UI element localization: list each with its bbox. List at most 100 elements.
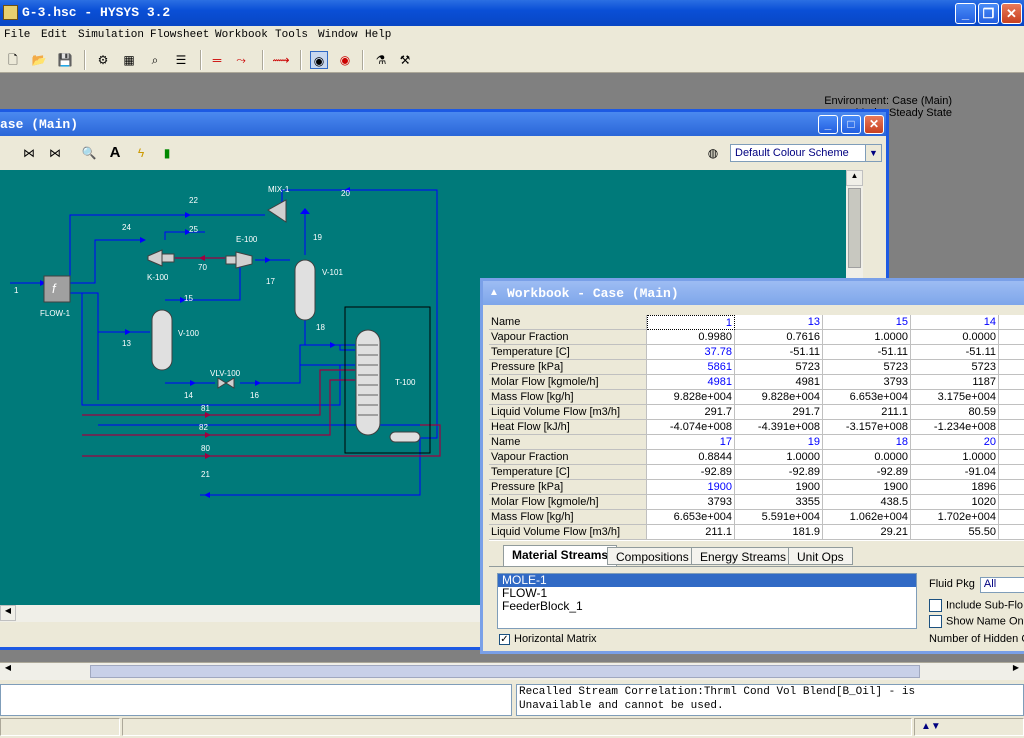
value-cell[interactable]: 181.9: [735, 525, 823, 540]
value-cell[interactable]: [999, 450, 1024, 465]
close-button[interactable]: ✕: [1001, 3, 1022, 24]
pfd-maximize-button[interactable]: □: [841, 115, 861, 134]
stream-name-cell[interactable]: 1: [647, 315, 735, 330]
value-cell[interactable]: 9.828e+004: [647, 390, 735, 405]
checkbox-checked-icon[interactable]: ✓: [499, 633, 510, 645]
colour-scheme-icon[interactable]: ◍: [704, 144, 722, 162]
value-cell[interactable]: 1187: [911, 375, 999, 390]
save-icon[interactable]: 💾: [56, 51, 74, 69]
value-cell[interactable]: 0.0000: [911, 330, 999, 345]
fluid-pkg-select[interactable]: All: [979, 577, 1024, 593]
workbook-titlebar[interactable]: ▲ Workbook - Case (Main): [483, 281, 1024, 305]
value-cell[interactable]: 5861: [647, 360, 735, 375]
value-cell[interactable]: 0.0000: [823, 450, 911, 465]
value-cell[interactable]: [999, 480, 1024, 495]
minimize-button[interactable]: _: [955, 3, 976, 24]
value-cell[interactable]: [999, 420, 1024, 435]
include-sub-option[interactable]: Include Sub-Flo: [929, 599, 1023, 612]
horizontal-matrix-option[interactable]: ✓ Horizontal Matrix: [499, 633, 597, 645]
value-cell[interactable]: 3793: [647, 495, 735, 510]
list-item[interactable]: MOLE-1: [498, 574, 916, 587]
value-cell[interactable]: -92.89: [735, 465, 823, 480]
value-cell[interactable]: [999, 465, 1024, 480]
value-cell[interactable]: -92.89: [647, 465, 735, 480]
value-cell[interactable]: -92.89: [823, 465, 911, 480]
text-annotation-icon[interactable]: A: [106, 144, 124, 162]
break-connection-icon[interactable]: ⋈: [20, 144, 38, 162]
value-cell[interactable]: [999, 390, 1024, 405]
pfd-minimize-button[interactable]: _: [818, 115, 838, 134]
value-cell[interactable]: 1020: [911, 495, 999, 510]
value-cell[interactable]: 3.175e+004: [911, 390, 999, 405]
value-cell[interactable]: 1.0000: [735, 450, 823, 465]
value-cell[interactable]: 4981: [647, 375, 735, 390]
stream-name-cell[interactable]: 19: [735, 435, 823, 450]
open-folder-icon[interactable]: 📂: [30, 51, 48, 69]
workbook-grid[interactable]: Name 1 13 15 14 Vapour Fraction 0.9980 0.7…: [489, 315, 1024, 541]
object-navigator-icon[interactable]: ☰: [172, 51, 190, 69]
restore-button[interactable]: ❐: [978, 3, 999, 24]
stream-name-cell[interactable]: 13: [735, 315, 823, 330]
value-cell[interactable]: 6.653e+004: [823, 390, 911, 405]
value-cell[interactable]: [999, 330, 1024, 345]
stream-name-cell[interactable]: [999, 435, 1024, 450]
palette-icon[interactable]: ▮: [158, 144, 176, 162]
lightning-icon[interactable]: ϟ: [132, 144, 150, 162]
chevron-down-icon[interactable]: ▼: [865, 145, 881, 161]
value-cell[interactable]: 5723: [823, 360, 911, 375]
value-cell[interactable]: -91.04: [911, 465, 999, 480]
steady-state-icon[interactable]: ◉: [310, 51, 328, 69]
tab-unit-ops[interactable]: Unit Ops: [788, 547, 853, 565]
stream-name-cell[interactable]: 14: [911, 315, 999, 330]
value-cell[interactable]: 1.062e+004: [823, 510, 911, 525]
tab-energy-streams[interactable]: Energy Streams: [691, 547, 796, 565]
menu-help[interactable]: Help: [365, 29, 391, 41]
binoculars-icon[interactable]: ⌕: [146, 51, 164, 69]
stream-name-cell[interactable]: 15: [823, 315, 911, 330]
value-cell[interactable]: 1900: [735, 480, 823, 495]
value-cell[interactable]: 438.5: [823, 495, 911, 510]
checkbox-icon[interactable]: [929, 615, 942, 628]
value-cell[interactable]: [999, 345, 1024, 360]
value-cell[interactable]: -4.074e+008: [647, 420, 735, 435]
value-cell[interactable]: -51.11: [911, 345, 999, 360]
value-cell[interactable]: [999, 510, 1024, 525]
show-name-option[interactable]: Show Name On: [929, 615, 1024, 628]
value-cell[interactable]: [999, 405, 1024, 420]
stream-name-cell[interactable]: 17: [647, 435, 735, 450]
value-cell[interactable]: -3.157e+008: [823, 420, 911, 435]
value-cell[interactable]: 211.1: [823, 405, 911, 420]
attach-icon[interactable]: ⋈: [46, 144, 64, 162]
stream-name-cell[interactable]: [999, 315, 1024, 330]
colour-scheme-select[interactable]: Default Colour Scheme ▼: [730, 144, 882, 162]
value-cell[interactable]: 80.59: [911, 405, 999, 420]
stream-list[interactable]: MOLE-1 FLOW-1 FeederBlock_1: [497, 573, 917, 629]
value-cell[interactable]: [999, 525, 1024, 540]
value-cell[interactable]: -51.11: [823, 345, 911, 360]
stream-name-cell[interactable]: 20: [911, 435, 999, 450]
menu-file[interactable]: File: [4, 29, 30, 41]
flask-icon[interactable]: ⚗: [372, 51, 390, 69]
value-cell[interactable]: [999, 495, 1024, 510]
menu-window[interactable]: Window: [318, 29, 358, 41]
optimizer-icon[interactable]: ⟿: [272, 51, 290, 69]
checkbox-icon[interactable]: [929, 599, 942, 612]
pfd-titlebar[interactable]: ase (Main) _ □ ✕: [0, 112, 886, 136]
value-cell[interactable]: 9.828e+004: [735, 390, 823, 405]
value-cell[interactable]: -1.234e+008: [911, 420, 999, 435]
basis-manager-icon[interactable]: ⚙: [94, 51, 112, 69]
pfd-close-button[interactable]: ✕: [864, 115, 884, 134]
value-cell[interactable]: 5723: [735, 360, 823, 375]
value-cell[interactable]: 1896: [911, 480, 999, 495]
value-cell[interactable]: 4981: [735, 375, 823, 390]
desktop-horizontal-scrollbar[interactable]: ◀ ▶: [0, 662, 1024, 680]
value-cell[interactable]: 5.591e+004: [735, 510, 823, 525]
value-cell[interactable]: 1.0000: [823, 330, 911, 345]
value-cell[interactable]: -51.11: [735, 345, 823, 360]
value-cell[interactable]: [999, 375, 1024, 390]
menu-edit[interactable]: Edit: [41, 29, 67, 41]
stream-name-cell[interactable]: 18: [823, 435, 911, 450]
new-file-icon[interactable]: 🗋: [4, 51, 22, 69]
value-cell[interactable]: 1900: [647, 480, 735, 495]
value-cell[interactable]: [999, 360, 1024, 375]
